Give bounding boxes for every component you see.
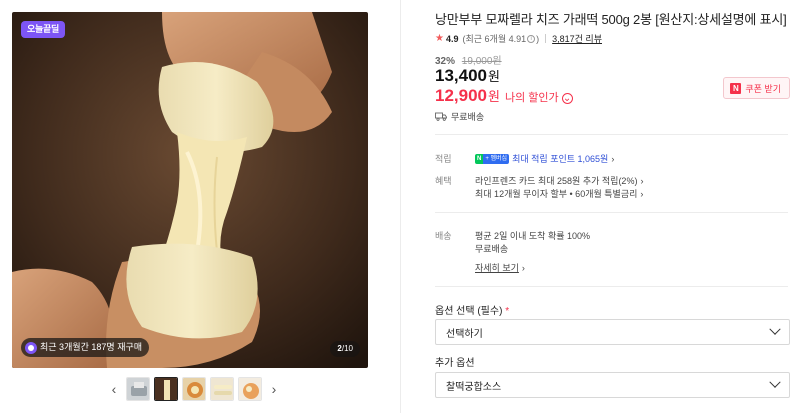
chevron-down-icon (769, 323, 781, 335)
required-option-value: 선택하기 (446, 328, 483, 340)
thumbnail-5-image (239, 378, 261, 400)
required-option-title-text: 옵션 선택 (필수) (435, 306, 503, 317)
sale-price-unit: 원 (488, 69, 500, 84)
my-price-label: 나의 할인가 (504, 92, 559, 104)
review-count-link[interactable]: 3,817건 리뷰 (552, 32, 602, 45)
thumbnail-1[interactable] (126, 377, 150, 401)
divider (435, 134, 788, 135)
my-price-value: 12,900 (435, 86, 487, 105)
image-counter: 2/10 (330, 341, 360, 357)
naver-n-icon: N (730, 82, 742, 94)
sale-price-value: 13,400 (435, 66, 487, 85)
naver-membership-badge: N + 멤버십 (475, 153, 510, 164)
points-link[interactable]: 최대 적립 포인트 1,065원 (512, 152, 608, 165)
chevron-left-icon[interactable]: ‹ (106, 376, 122, 402)
perk-1-text: 라인프렌즈 카드 최대 258원 추가 적립(2%) (475, 176, 638, 186)
points-label: 적립 (435, 154, 452, 164)
points-row[interactable]: N + 멤버십 최대 적립 포인트 1,065원 › (475, 152, 614, 165)
info-icon[interactable]: i (527, 34, 536, 43)
required-option-title: 옵션 선택 (필수) * (435, 302, 509, 317)
delivery-line-2: 무료배송 (475, 244, 509, 254)
product-info-panel: 낭만부부 모짜렐라 치즈 가래떡 500g 2봉 [원산지:상세설명에 표시] … (421, 0, 800, 413)
today-deal-badge: 오늘끝딜 (21, 21, 65, 38)
extra-option-value: 찰떡궁합소스 (446, 381, 502, 393)
image-counter-total: /10 (341, 344, 353, 353)
extra-option-select[interactable]: 찰떡궁합소스 (435, 372, 790, 398)
delivery-detail-link[interactable]: 자세히 보기 › (475, 261, 525, 274)
thumbnail-5[interactable] (238, 377, 262, 401)
chevron-right-icon: › (611, 153, 615, 164)
rating-detail-prefix: (최근 6개월 4.91 (462, 34, 527, 44)
star-icon: ★ (435, 33, 444, 44)
naver-badge-n: N (475, 153, 484, 164)
my-price-unit: 원 (488, 89, 500, 104)
rating-score: 4.9 (445, 33, 459, 44)
product-title: 낭만부부 모짜렐라 치즈 가래떡 500g 2봉 [원산지:상세설명에 표시] (435, 12, 787, 27)
thumbnail-3-image (183, 378, 205, 400)
chevron-right-icon[interactable]: › (266, 376, 282, 402)
coupon-button-label: 쿠폰 받기 (745, 83, 781, 94)
rating-detail-suffix: ) (536, 33, 540, 44)
rating-row: ★ 4.9 (최근 6개월 4.91 i ) 3,817건 리뷰 (435, 32, 602, 45)
shipping-row: 무료배송 (435, 110, 484, 123)
perk-1[interactable]: 라인프렌즈 카드 최대 258원 추가 적립(2%) › (475, 174, 643, 187)
cheese-rice-cake-photo (12, 12, 368, 368)
coupon-button[interactable]: N 쿠폰 받기 (723, 77, 790, 99)
perks-label: 혜택 (435, 176, 452, 186)
repurchase-icon (25, 341, 37, 354)
thumbnail-2-image (155, 378, 177, 400)
thumbnail-strip: ‹ › (106, 376, 282, 402)
rating-separator (545, 34, 547, 43)
thumbnail-2[interactable] (154, 377, 178, 401)
chevron-down-icon[interactable]: ⌄ (561, 93, 573, 104)
delivery-label: 배송 (435, 231, 452, 241)
thumbnail-1-image (127, 378, 149, 400)
membership-badge-text: + 멤버십 (483, 153, 510, 164)
thumbnail-4-image (211, 378, 233, 400)
thumbnail-3[interactable] (182, 377, 206, 401)
sale-price: 13,400 원 (435, 66, 500, 86)
perk-2[interactable]: 최대 12개월 무이자 할부 • 60개월 특별금리 › (475, 187, 643, 200)
product-gallery: 오늘끝딜 최근 3개월간 187명 재구매 2/10 ‹ › (0, 0, 400, 413)
required-mark: * (505, 306, 510, 317)
chevron-right-icon: › (640, 188, 644, 199)
chevron-down-icon (769, 376, 781, 388)
detail-link-text[interactable]: 자세히 보기 (475, 261, 519, 274)
required-option-select[interactable]: 선택하기 (435, 319, 790, 345)
truck-icon (435, 112, 447, 121)
my-discount-price[interactable]: 12,900 원 나의 할인가 ⌄ (435, 86, 573, 106)
divider (435, 212, 788, 213)
product-main-image[interactable]: 오늘끝딜 최근 3개월간 187명 재구매 2/10 (12, 12, 368, 368)
delivery-line-1: 평균 2일 이내 도착 확률 100% (475, 231, 591, 241)
chevron-right-icon: › (640, 175, 644, 186)
extra-option-title: 추가 옵션 (435, 358, 475, 369)
column-divider (400, 0, 401, 413)
repurchase-pill: 최근 3개월간 187명 재구매 (21, 338, 150, 357)
thumbnail-4[interactable] (210, 377, 234, 401)
chevron-right-icon: › (521, 262, 525, 273)
perk-2-text: 최대 12개월 무이자 할부 • 60개월 특별금리 (475, 189, 638, 199)
shipping-text: 무료배송 (451, 112, 485, 122)
repurchase-text: 최근 3개월간 187명 재구매 (40, 342, 143, 352)
divider (435, 286, 788, 287)
discount-row: 32% 19,000원 (435, 52, 502, 67)
